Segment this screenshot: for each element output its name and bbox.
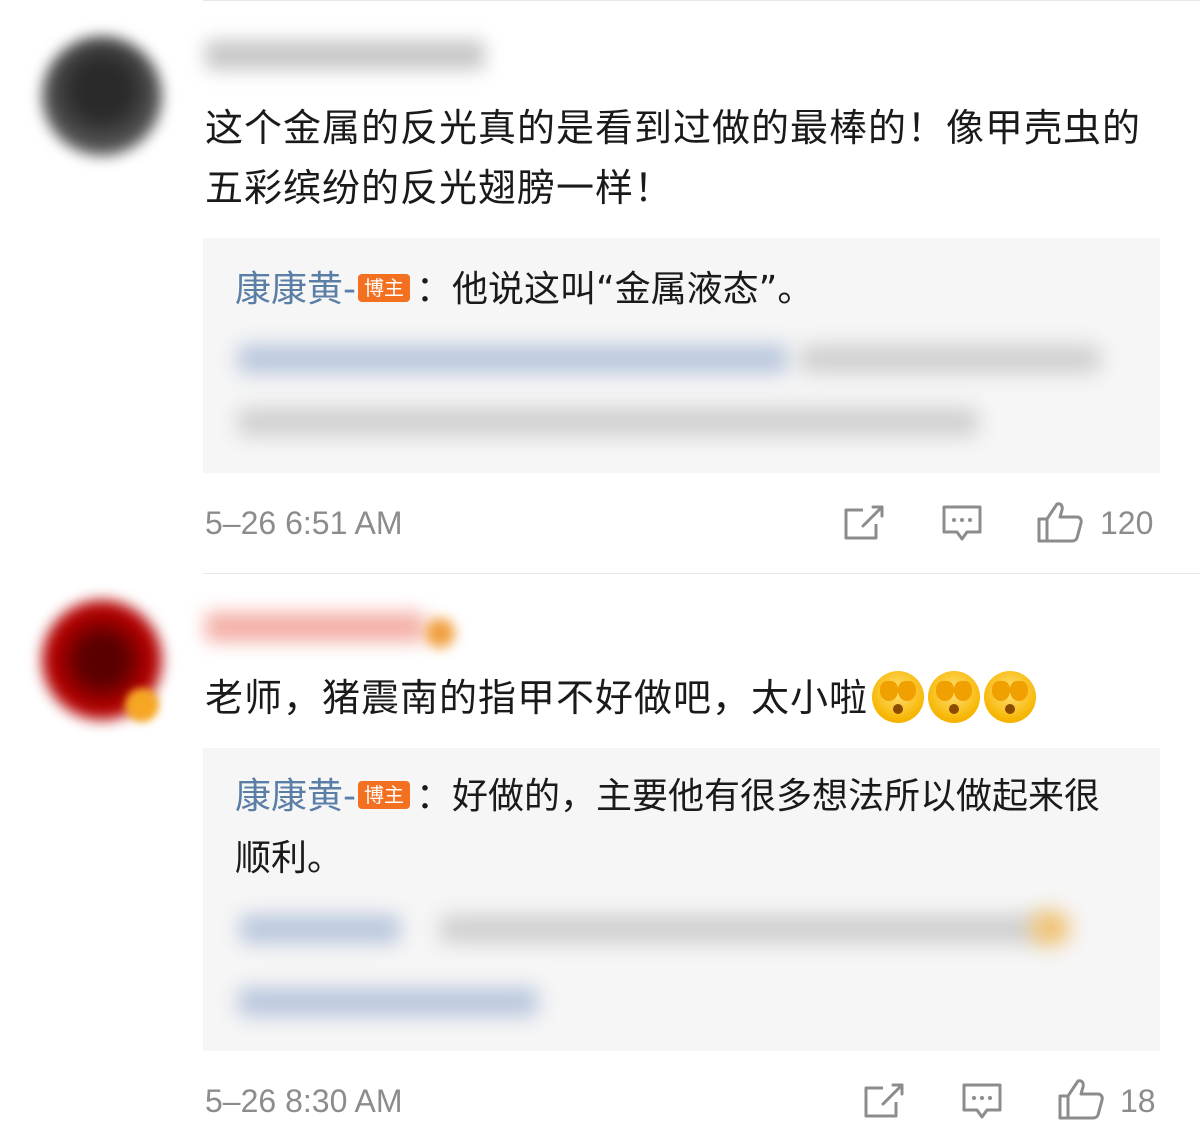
replier-name[interactable]: 康康黄- xyxy=(235,776,356,817)
comment-icon[interactable] xyxy=(961,1082,1003,1122)
reply-line: 康康黄- 博主 ：他说这叫“金属液态”。 xyxy=(235,260,1135,320)
share-icon[interactable] xyxy=(863,1082,905,1120)
more-replies-link[interactable] xyxy=(238,988,538,1016)
blogger-badge: 博主 xyxy=(358,781,410,809)
blurred-emoji xyxy=(1030,910,1070,946)
reply-text: 他说这叫“金属液态”。 xyxy=(452,269,814,310)
reply-line: 康康黄- 博主 ：好做的，主要他有很多想法所以做起来很顺利。 xyxy=(235,766,1135,890)
blurred-sub-reply[interactable] xyxy=(238,345,788,373)
username-blurred[interactable] xyxy=(205,40,485,70)
like-count: 18 xyxy=(1120,1083,1156,1119)
face-covering-eyes-emoji-icon xyxy=(928,671,981,723)
verified-badge-icon xyxy=(125,688,159,722)
replier-name[interactable]: 康康黄- xyxy=(235,269,356,310)
face-covering-eyes-emoji-icon xyxy=(984,671,1037,723)
face-covering-eyes-emoji-icon xyxy=(872,671,925,723)
blurred-sub-reply[interactable] xyxy=(240,915,400,943)
comment-icon[interactable] xyxy=(941,504,983,544)
blurred-sub-reply-text xyxy=(440,915,1040,943)
blurred-sub-reply-text xyxy=(800,345,1100,373)
comment-divider xyxy=(203,573,1200,574)
comment-text: 这个金属的反光真的是看到过做的最棒的！像甲壳虫的五彩缤纷的反光翅膀一样！ xyxy=(205,106,1142,210)
blogger-badge: 博主 xyxy=(358,274,410,302)
comment-time: 5–26 8:30 AM xyxy=(205,1083,403,1119)
share-icon[interactable] xyxy=(843,504,885,542)
like-count: 120 xyxy=(1100,505,1154,541)
comment-text-content: 老师，猪震南的指甲不好做吧，太小啦 xyxy=(205,676,869,720)
top-divider xyxy=(203,0,1200,1)
thumbs-up-icon[interactable] xyxy=(1057,1077,1105,1121)
blurred-sub-reply-text xyxy=(238,408,978,436)
username-blurred[interactable] xyxy=(205,612,425,642)
thumbs-up-icon[interactable] xyxy=(1036,500,1084,544)
reply-separator: ： xyxy=(416,776,453,817)
comment-time: 5–26 6:51 AM xyxy=(205,505,403,541)
avatar[interactable] xyxy=(42,36,162,156)
reply-separator: ： xyxy=(416,269,453,310)
comment-text: 老师，猪震南的指甲不好做吧，太小啦 xyxy=(205,668,1150,728)
member-badge-icon xyxy=(425,618,455,648)
